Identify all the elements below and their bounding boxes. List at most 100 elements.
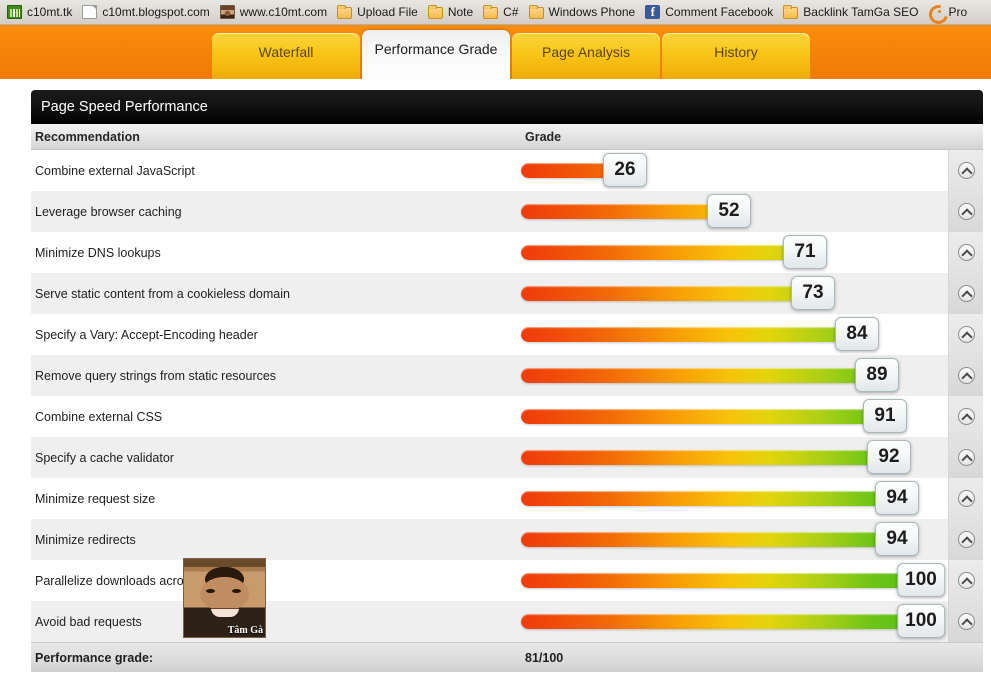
- row-collapse-button[interactable]: [948, 232, 983, 273]
- grade-bar-fill: [521, 450, 889, 465]
- row-collapse-button[interactable]: [948, 273, 983, 314]
- tab-label: Performance Grade: [374, 41, 498, 57]
- row-collapse-button[interactable]: [948, 437, 983, 478]
- folder-icon: [483, 4, 499, 19]
- bookmark-label: c10mt.tk: [27, 5, 73, 19]
- grade-cell: 94: [508, 519, 948, 560]
- row-collapse-button[interactable]: [948, 519, 983, 560]
- table-row: Minimize redirects 94: [31, 519, 983, 560]
- folder-icon: [427, 4, 443, 19]
- bookmark-item-1[interactable]: c10mt.blogspot.com: [79, 2, 216, 23]
- grade-value-bubble: 100: [897, 604, 945, 638]
- recommendation-label: Serve static content from a cookieless d…: [35, 286, 290, 301]
- grade-bar-fill: [521, 409, 885, 424]
- tab-history[interactable]: History: [662, 33, 810, 79]
- chevron-up-icon: [957, 326, 975, 343]
- chevron-up-icon: [957, 162, 975, 179]
- grade-cell: 100: [508, 601, 948, 642]
- table-row: Leverage browser caching 52: [31, 191, 983, 232]
- grade-bar-fill: [521, 286, 813, 301]
- bookmark-label: c10mt.blogspot.com: [102, 5, 210, 19]
- bookmark-item-2[interactable]: www.c10mt.com: [217, 2, 334, 23]
- grade-cell: 100: [508, 560, 948, 601]
- table-row: Parallelize downloads across hostnames 10…: [31, 560, 983, 601]
- photo-favicon-icon: [219, 5, 235, 19]
- grade-bar: 91: [521, 399, 921, 433]
- recommendations-list: Combine external JavaScript 26 Leverage br…: [31, 150, 983, 642]
- bookmark-label: Upload File: [357, 5, 418, 19]
- row-collapse-button[interactable]: [948, 478, 983, 519]
- avatar-caption: Tâm Gà: [227, 625, 263, 636]
- page-speed-performance-panel: Page Speed Performance Recommendation Gr…: [31, 90, 983, 672]
- bookmark-item-3[interactable]: Upload File: [334, 2, 425, 23]
- bookmark-item-7[interactable]: f Comment Facebook: [642, 2, 780, 23]
- grade-value-bubble: 73: [791, 276, 835, 310]
- row-collapse-button[interactable]: [948, 601, 983, 642]
- performance-grade-footer: Performance grade: 81/100: [31, 642, 983, 672]
- table-header-row: Recommendation Grade: [31, 124, 983, 150]
- folder-icon: [528, 4, 544, 19]
- tab-label: Waterfall: [258, 44, 314, 60]
- chevron-up-icon: [957, 490, 975, 507]
- row-collapse-button[interactable]: [948, 150, 983, 191]
- recommendation-label: Leverage browser caching: [35, 204, 182, 219]
- row-collapse-button[interactable]: [948, 191, 983, 232]
- chevron-up-icon: [957, 285, 975, 302]
- tab-waterfall[interactable]: Waterfall: [212, 33, 360, 79]
- column-header-recommendation: Recommendation: [35, 129, 140, 144]
- avatar-image: Tâm Gà: [183, 558, 266, 638]
- table-row: Combine external JavaScript 26: [31, 150, 983, 191]
- bookmark-item-8[interactable]: Backlink TamGa SEO: [780, 2, 925, 23]
- grade-value-bubble: 26: [603, 153, 647, 187]
- grade-bar: 26: [521, 153, 921, 187]
- avatar-eye-right: [232, 589, 241, 593]
- page-content: Tâm Gà www.c10mt.com Page Speed Performa…: [0, 79, 991, 674]
- grade-value-bubble: 91: [863, 399, 907, 433]
- grade-value-bubble: 84: [835, 317, 879, 351]
- grade-cell: 94: [508, 478, 948, 519]
- recommendation-label: Parallelize downloads across hostnames: [35, 573, 261, 588]
- bookmark-item-0[interactable]: c10mt.tk: [4, 2, 79, 23]
- chevron-up-icon: [957, 244, 975, 261]
- grade-bar: 89: [521, 358, 921, 392]
- row-collapse-button[interactable]: [948, 560, 983, 601]
- bookmark-item-9[interactable]: Pro: [925, 2, 974, 23]
- bookmark-item-6[interactable]: Windows Phone: [526, 2, 643, 23]
- grade-cell: 73: [508, 273, 948, 314]
- tab-page-analysis[interactable]: Page Analysis: [512, 33, 660, 79]
- recommendation-label: Minimize redirects: [35, 532, 136, 547]
- bookmark-item-5[interactable]: C#: [480, 2, 525, 23]
- table-row: Avoid bad requests 100: [31, 601, 983, 642]
- grade-bar-fill: [521, 532, 897, 547]
- chevron-up-icon: [957, 367, 975, 384]
- table-row: Minimize DNS lookups 71: [31, 232, 983, 273]
- page-icon: [82, 5, 98, 19]
- recommendation-label: Minimize request size: [35, 491, 156, 506]
- bookmark-item-4[interactable]: Note: [425, 2, 480, 23]
- grade-value-bubble: 71: [783, 235, 827, 269]
- chevron-up-icon: [957, 203, 975, 220]
- grade-cell: 91: [508, 396, 948, 437]
- row-collapse-button[interactable]: [948, 314, 983, 355]
- grade-value-bubble: 94: [875, 481, 919, 515]
- facebook-icon: f: [645, 5, 661, 19]
- grade-cell: 89: [508, 355, 948, 396]
- column-header-grade: Grade: [525, 129, 562, 144]
- recommendation-label: Specify a cache validator: [35, 450, 174, 465]
- grade-cell: 71: [508, 232, 948, 273]
- grade-bar-fill: [521, 614, 921, 629]
- row-collapse-button[interactable]: [948, 396, 983, 437]
- grade-bar: 100: [521, 604, 945, 638]
- bookmark-label: www.c10mt.com: [239, 5, 328, 19]
- grade-value-bubble: 100: [897, 563, 945, 597]
- tab-performance-grade[interactable]: Performance Grade: [362, 30, 510, 79]
- grade-bar: 100: [521, 563, 945, 597]
- performance-grade-value: 81/100: [525, 650, 564, 665]
- avatar-eye-left: [206, 589, 215, 593]
- grade-bar-fill: [521, 573, 921, 588]
- table-row: Remove query strings from static resourc…: [31, 355, 983, 396]
- grade-bar-fill: [521, 327, 857, 342]
- row-collapse-button[interactable]: [948, 355, 983, 396]
- bookmark-label: Comment Facebook: [665, 5, 774, 19]
- chevron-up-icon: [957, 613, 975, 630]
